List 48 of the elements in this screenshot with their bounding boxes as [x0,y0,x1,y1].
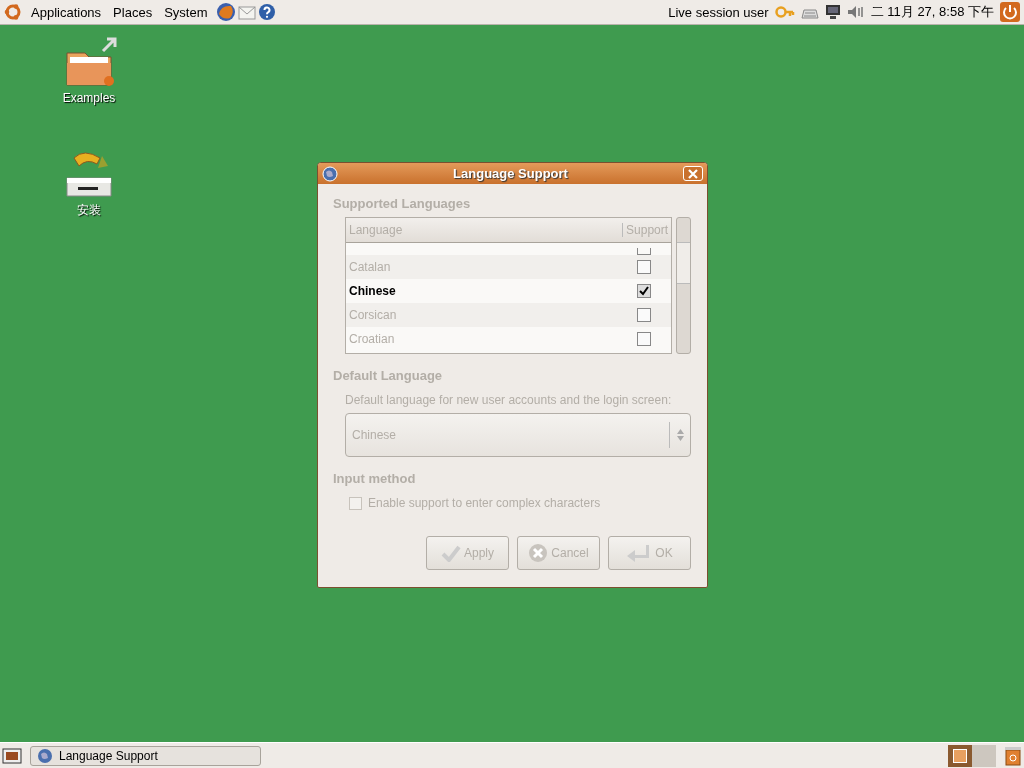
close-button[interactable] [683,166,703,181]
desktop-icon[interactable]: Examples [39,37,139,105]
language-name: Corsican [349,308,398,322]
globe-icon [37,747,53,764]
key-icon[interactable] [774,4,795,20]
trash-icon[interactable] [1004,745,1022,766]
column-header[interactable]: Support [623,223,672,237]
workspace-button[interactable] [948,744,972,767]
column-header[interactable]: Language [346,223,624,237]
caption: Default language for new user accounts and the login screen: [345,393,673,407]
checkbox[interactable] [349,496,362,510]
checkmark-icon [441,544,461,562]
updown-arrows-icon [676,429,684,441]
close-icon [688,168,698,179]
checkbox[interactable] [637,260,652,274]
section-heading: Input method [333,471,417,486]
menu-item[interactable]: Applications [28,4,105,20]
help-icon[interactable] [258,3,277,21]
desktop-icon[interactable]: 安装 [39,148,139,219]
globe-icon [322,165,338,182]
checkbox[interactable] [637,308,652,322]
checkbox[interactable] [637,332,652,346]
icon-label: Examples [62,91,116,105]
language-name: Croatian [349,332,396,346]
window-title: Language Support [452,166,569,181]
cancel-icon [528,543,549,563]
section-heading: Supported Languages [333,196,472,211]
dropdown-value: Chinese [352,428,397,442]
language-name: Catalan [349,260,392,274]
show-desktop-icon[interactable] [2,746,22,765]
checkbox[interactable] [637,284,652,298]
speaker-icon[interactable] [846,5,865,19]
menu-item[interactable]: System [161,4,211,20]
monitor-icon[interactable] [824,4,841,20]
language-dropdown[interactable]: Chinese [345,413,691,457]
ubuntu-logo-icon[interactable] [4,3,22,21]
icon-label: 安装 [77,202,101,219]
user-name: Live session user [668,4,769,20]
checkbox-label: Enable support to enter complex characters [368,496,601,510]
clock[interactable]: 二 11月 27, 8:58 下午 [870,3,994,21]
language-name: Chinese [349,284,397,298]
scrollbar[interactable] [676,217,691,354]
language-list[interactable]: Language Support Catalan Chinese Corsican Croatian [345,217,673,354]
power-icon[interactable] [1000,2,1020,22]
menu-item[interactable]: Places [110,4,156,20]
taskbar-button[interactable]: Language Support [30,745,261,766]
globe-icon[interactable] [216,2,237,22]
section-heading: Default Language [333,368,444,383]
